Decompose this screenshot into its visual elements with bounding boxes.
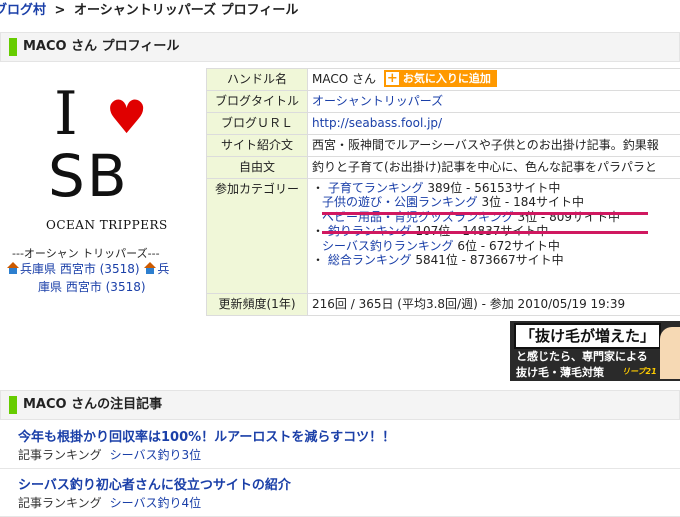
add-favorite-label: お気に入りに追加 xyxy=(403,72,491,85)
category-item: ・ 子育てランキング 389位 - 56153サイト中 xyxy=(312,181,680,195)
intro-value: 西宮・阪神間でルアーシーバスや子供とのお出掛け記事。釣果報 xyxy=(308,135,680,157)
add-favorite-button[interactable]: + お気に入りに追加 xyxy=(384,70,497,87)
url-row: ブログＵＲＬ http://seabass.fool.jp/ xyxy=(207,113,680,135)
ad-line3: 抜け毛・薄毛対策 xyxy=(516,364,604,380)
frequency-value: 216回 / 365日 (平均3.8回/週) - 参加 2010/05/19 1… xyxy=(308,294,680,316)
featured-section-header: MACO さんの注目記事 xyxy=(0,390,680,420)
url-label: ブログＵＲＬ xyxy=(207,113,308,135)
section-marker xyxy=(9,396,17,414)
free-text-value: 釣りと子育て(お出掛け)記事を中心に、色んな記事をパラパラと xyxy=(308,157,680,179)
frequency-row: 更新頻度(1年) 216回 / 365日 (平均3.8回/週) - 参加 201… xyxy=(207,294,680,316)
handle-label: ハンドル名 xyxy=(207,69,308,91)
location-link[interactable]: 兵庫県 西宮市 (3518) xyxy=(20,262,140,276)
ad-line2: と感じたら、専門家による xyxy=(516,348,648,364)
article-meta-label: 記事ランキング xyxy=(18,448,102,462)
annotation-underline xyxy=(322,231,648,234)
handle-cell: MACO さん + お気に入りに追加 xyxy=(308,69,680,91)
heart-icon: ♥ xyxy=(106,92,147,142)
article-meta: 記事ランキングシーバス釣り4位 xyxy=(18,494,201,511)
logo-letter-i: I xyxy=(54,84,78,144)
article-title-link[interactable]: 今年も根掛かり回収率は100%！ルアーロストを減らすコツ！！ xyxy=(18,426,395,445)
profile-card: I ♥ SB OCEAN TRIPPERS ---オーシャン トリッパーズ---… xyxy=(0,68,205,298)
category-rank: 5841位 - 873667サイト中 xyxy=(415,253,563,267)
annotation-underline xyxy=(322,212,648,215)
article-item: 今年も根掛かり回収率は100%！ルアーロストを減らすコツ！！ 記事ランキングシー… xyxy=(0,422,680,469)
category-label: 参加カテゴリー xyxy=(207,179,308,294)
category-link[interactable]: 子育てランキング xyxy=(328,181,424,195)
free-text-row: 自由文 釣りと子育て(お出掛け)記事を中心に、色んな記事をパラパラと xyxy=(207,157,680,179)
intro-row: サイト紹介文 西宮・阪神間でルアーシーバスや子供とのお出掛け記事。釣果報 xyxy=(207,135,680,157)
ad-brand: リーブ21 xyxy=(622,366,657,377)
blog-logo[interactable]: I ♥ SB OCEAN TRIPPERS ---オーシャン トリッパーズ--- xyxy=(10,78,192,268)
breadcrumb: ブログ村 > オーシャントリッパーズ プロフィール xyxy=(0,0,298,26)
category-list: ・ 子育てランキング 389位 - 56153サイト中 子供の遊び・公園ランキン… xyxy=(312,179,680,267)
blog-title-label: ブログタイトル xyxy=(207,91,308,113)
ad-person-image xyxy=(660,327,680,379)
profile-heading: MACO さん プロフィール xyxy=(23,33,179,61)
article-title-link[interactable]: シーバス釣り初心者さんに役立つサイトの紹介 xyxy=(18,474,291,493)
logo-tagline: OCEAN TRIPPERS xyxy=(46,218,168,232)
logo-subtitle: ---オーシャン トリッパーズ--- xyxy=(12,245,160,261)
ad-banner[interactable]: 「抜け毛が増えた」 と感じたら、専門家による 抜け毛・薄毛対策 リーブ21 xyxy=(510,321,680,381)
article-rank-link[interactable]: シーバス釣り4位 xyxy=(110,496,202,510)
house-icon xyxy=(6,262,20,274)
category-rank: 3位 - 184サイト中 xyxy=(481,195,584,209)
profile-info-table: ハンドル名 MACO さん + お気に入りに追加 ブログタイトル オーシャントリッ… xyxy=(206,68,680,316)
article-rank-link[interactable]: シーバス釣り3位 xyxy=(110,448,202,462)
category-row: 参加カテゴリー ・ 子育てランキング 389位 - 56153サイト中 子供の遊… xyxy=(207,179,680,294)
free-text-label: 自由文 xyxy=(207,157,308,179)
featured-heading: MACO さんの注目記事 xyxy=(23,391,162,419)
handle-value: MACO さん xyxy=(312,72,376,86)
category-item: 子供の遊び・公園ランキング 3位 - 184サイト中 xyxy=(312,195,680,209)
article-meta-label: 記事ランキング xyxy=(18,496,102,510)
category-item: シーバス釣りランキング 6位 - 672サイト中 xyxy=(312,239,680,253)
location-link-second[interactable]: 庫県 西宮市 (3518) xyxy=(6,280,146,294)
category-item: ・ 総合ランキング 5841位 - 873667サイト中 xyxy=(312,253,680,267)
blog-title-link[interactable]: オーシャントリッパーズ xyxy=(312,94,443,108)
category-link[interactable]: 総合ランキング xyxy=(328,253,412,267)
location-block: 兵庫県 西宮市 (3518) 兵 庫県 西宮市 (3518) xyxy=(6,260,200,296)
category-link[interactable]: 子供の遊び・公園ランキング xyxy=(322,195,478,209)
ad-headline: 「抜け毛が増えた」 xyxy=(514,323,661,349)
blog-url-link[interactable]: http://seabass.fool.jp/ xyxy=(312,116,442,130)
frequency-label: 更新頻度(1年) xyxy=(207,294,308,316)
category-rank: 6位 - 672サイト中 xyxy=(457,239,560,253)
handle-row: ハンドル名 MACO さん + お気に入りに追加 xyxy=(207,69,680,91)
category-cell: ・ 子育てランキング 389位 - 56153サイト中 子供の遊び・公園ランキン… xyxy=(308,179,680,294)
breadcrumb-home-link[interactable]: ブログ村 xyxy=(0,3,46,18)
article-meta: 記事ランキングシーバス釣り3位 xyxy=(18,446,201,463)
category-rank: 389位 - 56153サイト中 xyxy=(427,181,560,195)
profile-section-header: MACO さん プロフィール xyxy=(0,32,680,62)
location-link-prefix[interactable]: 兵 xyxy=(157,262,169,276)
section-marker xyxy=(9,38,17,56)
blog-title-row: ブログタイトル オーシャントリッパーズ xyxy=(207,91,680,113)
category-link[interactable]: シーバス釣りランキング xyxy=(322,239,454,253)
breadcrumb-separator: > xyxy=(55,3,66,18)
intro-label: サイト紹介文 xyxy=(207,135,308,157)
plus-icon: + xyxy=(386,72,399,85)
logo-letters-sb: SB xyxy=(48,146,129,206)
breadcrumb-current: オーシャントリッパーズ プロフィール xyxy=(74,3,298,18)
house-icon xyxy=(143,262,157,274)
